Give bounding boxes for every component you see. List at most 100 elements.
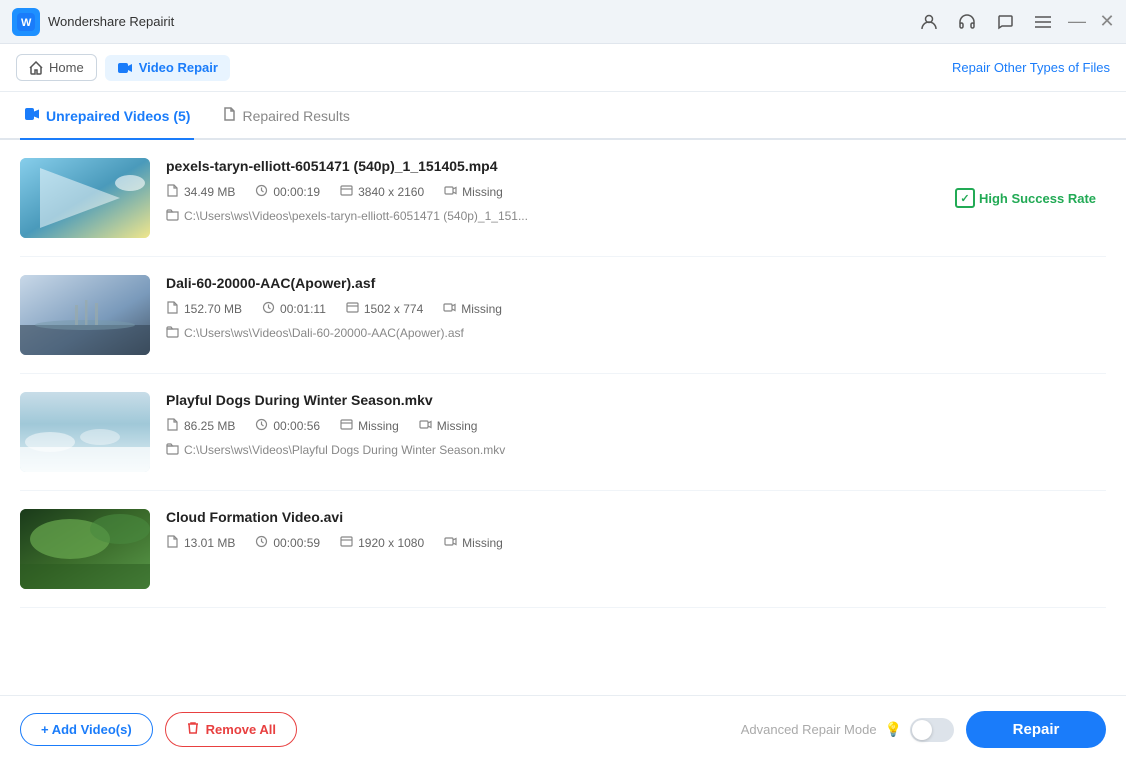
nav-left: Home Video Repair — [16, 54, 230, 81]
tab-unrepaired[interactable]: Unrepaired Videos (5) — [20, 94, 194, 140]
repair-other-link[interactable]: Repair Other Types of Files — [952, 60, 1110, 75]
resolution: 1502 x 774 — [346, 301, 423, 317]
video-name: Cloud Formation Video.avi — [166, 509, 1106, 525]
res-icon — [346, 301, 359, 317]
app-logo: W — [12, 8, 40, 36]
video-icon — [117, 60, 133, 76]
resolution: 1920 x 1080 — [340, 535, 424, 551]
clock-icon — [255, 418, 268, 434]
nav-bar: Home Video Repair Repair Other Types of … — [0, 44, 1126, 92]
home-nav-button[interactable]: Home — [16, 54, 97, 81]
audio-status: Missing — [419, 418, 478, 434]
video-meta: 13.01 MB 00:00:59 1920 x 1080 Missing — [166, 535, 1106, 551]
video-item: Playful Dogs During Winter Season.mkv 86… — [20, 374, 1106, 491]
audio-status: Missing — [444, 184, 503, 200]
video-meta: 152.70 MB 00:01:11 1502 x 774 Missing — [166, 301, 1106, 317]
file-size: 34.49 MB — [166, 184, 235, 200]
res-icon — [340, 418, 353, 434]
audio-status: Missing — [444, 535, 503, 551]
play-icon — [24, 106, 40, 127]
close-button[interactable]: ✕ — [1100, 15, 1114, 29]
video-path: C:\Users\ws\Videos\Dali-60-20000-AAC(Apo… — [166, 325, 1106, 341]
main-content: Unrepaired Videos (5) Repaired Results — [0, 92, 1126, 695]
file-icon — [166, 535, 179, 551]
duration: 00:00:19 — [255, 184, 320, 200]
menu-icon[interactable] — [1032, 11, 1054, 33]
tabs-bar: Unrepaired Videos (5) Repaired Results — [0, 92, 1126, 140]
user-icon[interactable] — [918, 11, 940, 33]
file-icon — [166, 184, 179, 200]
video-name: Playful Dogs During Winter Season.mkv — [166, 392, 1106, 408]
video-repair-label: Video Repair — [139, 60, 218, 75]
info-icon: 💡 — [885, 721, 902, 738]
title-bar-right: — ✕ — [918, 11, 1114, 33]
advanced-mode-section: Advanced Repair Mode 💡 — [741, 718, 954, 742]
duration: 00:00:59 — [255, 535, 320, 551]
resolution: Missing — [340, 418, 399, 434]
audio-icon — [419, 418, 432, 434]
check-icon: ✓ — [955, 188, 975, 208]
duration: 00:00:56 — [255, 418, 320, 434]
advanced-mode-toggle[interactable] — [910, 718, 954, 742]
clock-icon — [255, 535, 268, 551]
minimize-button[interactable]: — — [1070, 15, 1084, 29]
tab-repaired[interactable]: Repaired Results — [218, 94, 353, 140]
headphone-icon[interactable] — [956, 11, 978, 33]
video-item: Dali-60-20000-AAC(Apower).asf 152.70 MB … — [20, 257, 1106, 374]
audio-status: Missing — [443, 301, 502, 317]
file-icon — [166, 418, 179, 434]
video-path: C:\Users\ws\Videos\Playful Dogs During W… — [166, 442, 1106, 458]
success-badge: ✓ High Success Rate — [955, 188, 1096, 208]
video-info: Dali-60-20000-AAC(Apower).asf 152.70 MB … — [166, 275, 1106, 341]
video-name: Dali-60-20000-AAC(Apower).asf — [166, 275, 1106, 291]
folder-icon — [166, 208, 179, 224]
video-item: pexels-taryn-elliott-6051471 (540p)_1_15… — [20, 140, 1106, 257]
chat-icon[interactable] — [994, 11, 1016, 33]
video-thumbnail — [20, 158, 150, 238]
video-thumbnail — [20, 275, 150, 355]
remove-all-button[interactable]: Remove All — [165, 712, 297, 747]
duration: 00:01:11 — [262, 301, 326, 317]
home-icon — [29, 61, 43, 75]
clock-icon — [262, 301, 275, 317]
home-label: Home — [49, 60, 84, 75]
video-repair-nav[interactable]: Video Repair — [105, 55, 230, 81]
advanced-mode-label: Advanced Repair Mode — [741, 722, 877, 737]
file-size: 152.70 MB — [166, 301, 242, 317]
video-thumbnail — [20, 392, 150, 472]
clock-icon — [255, 184, 268, 200]
audio-icon — [444, 184, 457, 200]
video-name: pexels-taryn-elliott-6051471 (540p)_1_15… — [166, 158, 1106, 174]
doc-icon — [222, 107, 236, 126]
res-icon — [340, 535, 353, 551]
file-size: 86.25 MB — [166, 418, 235, 434]
video-list: pexels-taryn-elliott-6051471 (540p)_1_15… — [0, 140, 1126, 695]
title-bar-left: W Wondershare Repairit — [12, 8, 174, 36]
resolution: 3840 x 2160 — [340, 184, 424, 200]
video-thumbnail — [20, 509, 150, 589]
repair-button[interactable]: Repair — [966, 711, 1106, 748]
video-info: Playful Dogs During Winter Season.mkv 86… — [166, 392, 1106, 458]
video-meta: 86.25 MB 00:00:56 Missing Missing — [166, 418, 1106, 434]
tab-repaired-label: Repaired Results — [242, 108, 349, 124]
tab-unrepaired-label: Unrepaired Videos (5) — [46, 108, 190, 124]
trash-icon — [186, 721, 200, 738]
audio-icon — [443, 301, 456, 317]
file-size: 13.01 MB — [166, 535, 235, 551]
res-icon — [340, 184, 353, 200]
bottom-bar: + Add Video(s) Remove All Advanced Repai… — [0, 695, 1126, 763]
folder-icon — [166, 325, 179, 341]
title-bar: W Wondershare Repairit — [0, 0, 1126, 44]
toggle-thumb — [912, 720, 932, 740]
video-path: C:\Users\ws\Videos\pexels-taryn-elliott-… — [166, 208, 1106, 224]
video-item: Cloud Formation Video.avi 13.01 MB 00:00… — [20, 491, 1106, 608]
remove-all-label: Remove All — [206, 722, 276, 737]
folder-icon — [166, 442, 179, 458]
app-title: Wondershare Repairit — [48, 14, 174, 29]
svg-text:W: W — [21, 17, 32, 29]
file-icon — [166, 301, 179, 317]
add-video-button[interactable]: + Add Video(s) — [20, 713, 153, 746]
audio-icon — [444, 535, 457, 551]
video-info: Cloud Formation Video.avi 13.01 MB 00:00… — [166, 509, 1106, 559]
badge-label: High Success Rate — [979, 191, 1096, 206]
